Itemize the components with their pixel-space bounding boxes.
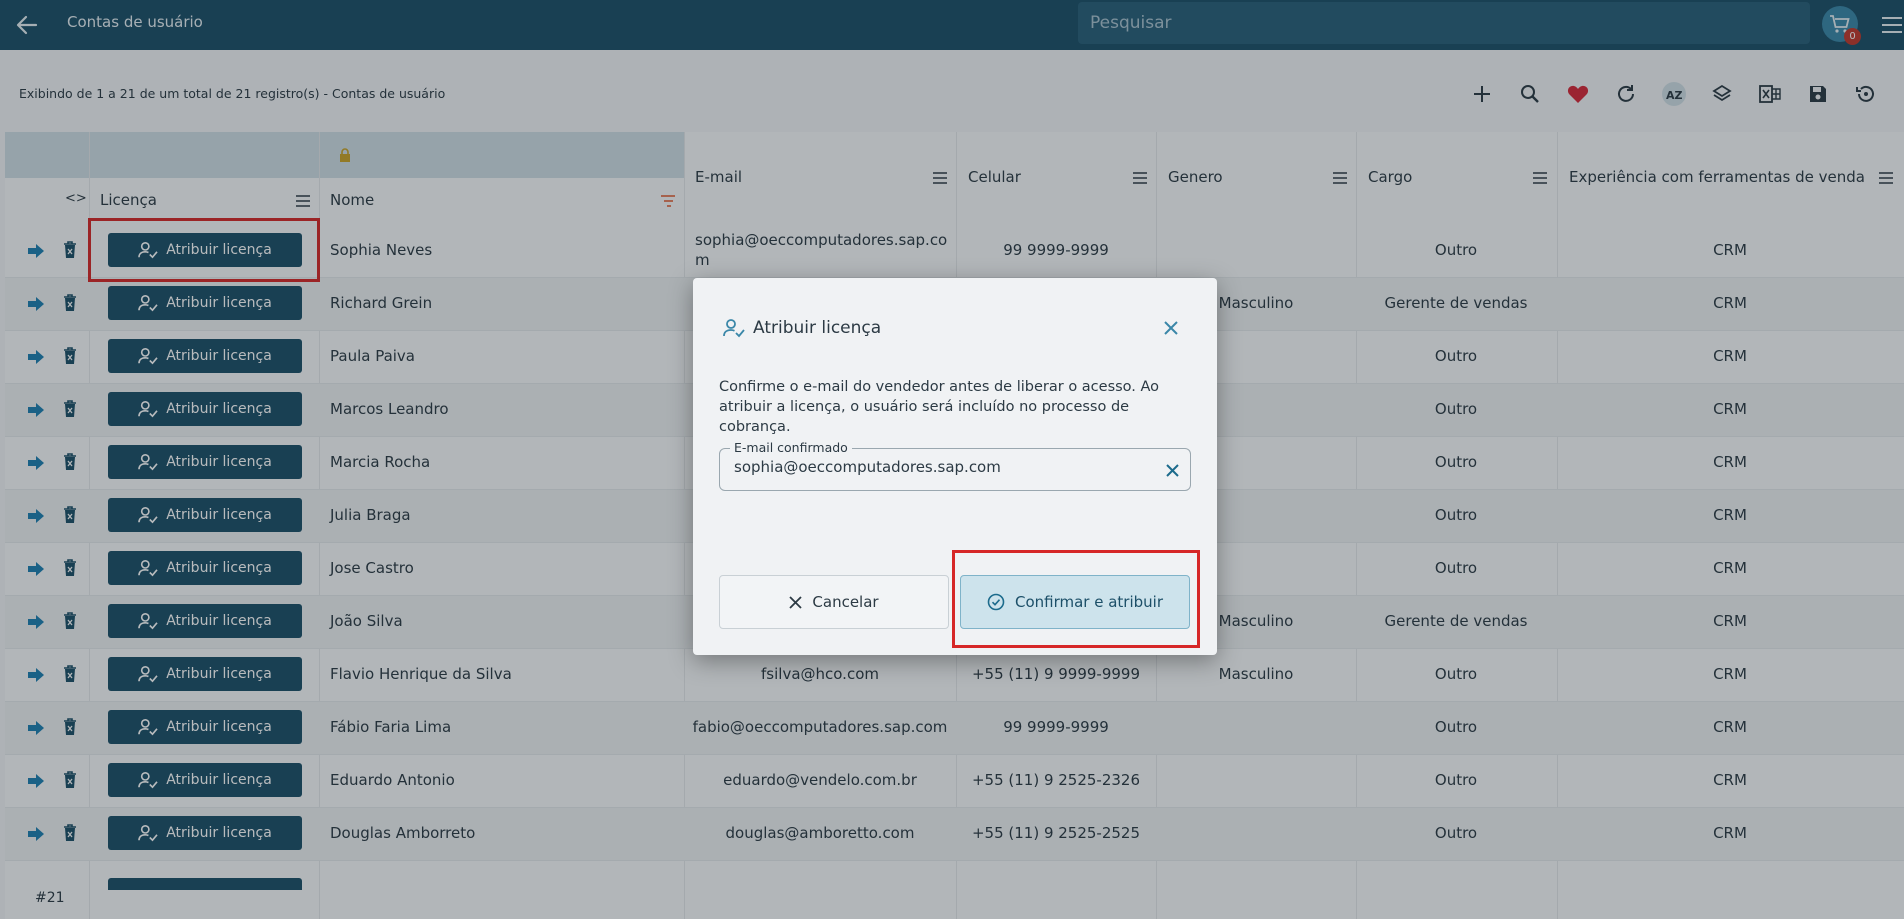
assign-license-dialog: Atribuir licença Confirme o e-mail do ve… — [693, 278, 1217, 655]
cancel-label: Cancelar — [812, 593, 879, 611]
field-label: E-mail confirmado — [730, 440, 852, 455]
confirm-label: Confirmar e atribuir — [1014, 593, 1163, 611]
cancel-button[interactable]: Cancelar — [719, 575, 949, 629]
dialog-description: Confirme o e-mail do vendedor antes de l… — [719, 379, 1160, 435]
dialog-close-button[interactable] — [1159, 316, 1183, 340]
check-circle-icon — [987, 593, 1005, 611]
confirmed-email-field: E-mail confirmado — [719, 440, 1191, 491]
clear-field-button[interactable] — [1160, 458, 1184, 482]
confirmed-email-input[interactable] — [734, 458, 1134, 476]
close-icon — [1164, 321, 1178, 335]
user-check-icon — [723, 319, 745, 338]
close-icon — [1165, 463, 1179, 477]
dialog-title: Atribuir licença — [753, 318, 882, 338]
confirm-assign-button[interactable]: Confirmar e atribuir — [960, 575, 1190, 629]
close-icon — [789, 595, 803, 609]
